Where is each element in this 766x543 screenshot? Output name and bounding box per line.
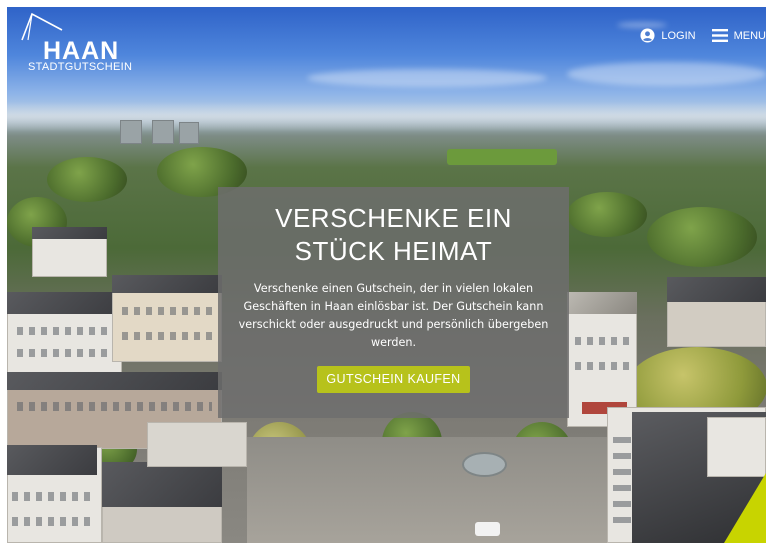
windows xyxy=(12,492,92,501)
windows xyxy=(613,437,631,527)
roof xyxy=(7,445,97,475)
windows xyxy=(122,332,212,340)
logo-subtitle: STADTGUTSCHEIN xyxy=(28,61,133,73)
town-plaza xyxy=(247,437,647,543)
windows xyxy=(575,362,630,370)
menu-button[interactable]: MENU xyxy=(711,29,766,42)
windows xyxy=(17,327,112,335)
building xyxy=(147,422,247,467)
roof xyxy=(567,292,637,314)
menu-label: MENU xyxy=(733,29,766,42)
building xyxy=(32,235,107,277)
hero-card: VERSCHENKE EIN STÜCK HEIMAT Verschenke e… xyxy=(218,187,569,418)
building xyxy=(707,417,766,477)
cloud xyxy=(307,69,547,87)
roof xyxy=(32,227,107,239)
windows xyxy=(122,307,212,315)
tree xyxy=(567,192,647,237)
hero-title: VERSCHENKE EIN STÜCK HEIMAT xyxy=(275,203,512,266)
login-label: LOGIN xyxy=(661,29,696,42)
windows xyxy=(17,402,212,411)
corner-accent xyxy=(724,473,766,543)
roof xyxy=(102,462,222,507)
green-field xyxy=(447,149,557,165)
tree xyxy=(647,207,757,267)
roof xyxy=(112,275,222,293)
hamburger-icon xyxy=(711,29,728,42)
site-logo[interactable]: HAAN STADTGUTSCHEIN xyxy=(18,10,158,73)
roof xyxy=(7,292,122,314)
user-circle-icon xyxy=(640,28,655,43)
building xyxy=(112,287,222,362)
hero-description: Verschenke einen Gutschein, der in viele… xyxy=(238,282,549,349)
car xyxy=(475,522,500,536)
windows xyxy=(12,517,92,526)
fountain xyxy=(462,452,507,477)
distant-tower xyxy=(152,120,174,144)
cloud xyxy=(567,62,766,86)
windows xyxy=(17,349,112,357)
roof xyxy=(667,277,766,302)
windows xyxy=(575,337,630,345)
tree xyxy=(47,157,127,202)
roof xyxy=(7,372,222,390)
building xyxy=(7,307,122,377)
buy-voucher-button[interactable]: GUTSCHEIN KAUFEN xyxy=(317,366,470,393)
top-navigation: LOGIN MENU xyxy=(640,28,766,43)
distant-tower xyxy=(179,122,199,144)
distant-tower xyxy=(120,120,142,144)
login-link[interactable]: LOGIN xyxy=(640,28,696,43)
